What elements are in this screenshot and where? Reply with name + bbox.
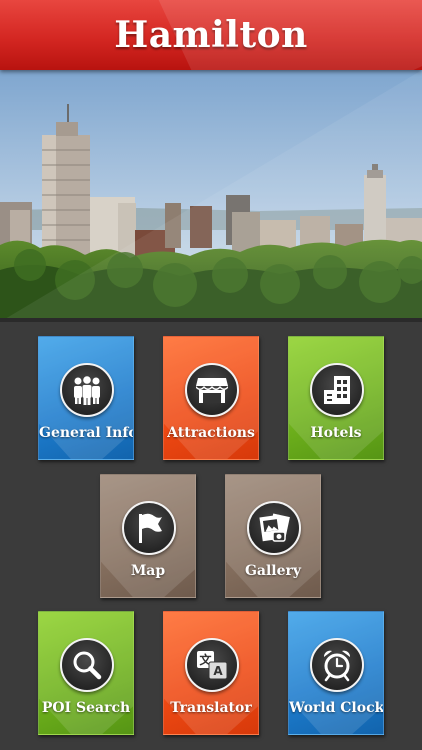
tile-label: Attractions bbox=[167, 425, 255, 441]
tile-general-info[interactable]: General Info bbox=[38, 336, 134, 460]
tile-label: World Clock bbox=[289, 700, 384, 716]
tile-translator[interactable]: 文 A Translator bbox=[163, 611, 259, 735]
flag-icon bbox=[122, 501, 176, 555]
alarm-clock-icon bbox=[310, 638, 364, 692]
translate-icon: 文 A bbox=[185, 638, 239, 692]
tile-attractions[interactable]: Attractions bbox=[163, 336, 259, 460]
tile-label: General Info bbox=[39, 425, 134, 441]
tile-map[interactable]: Map bbox=[100, 474, 196, 598]
tile-poi-search[interactable]: POI Search bbox=[38, 611, 134, 735]
tile-label: POI Search bbox=[41, 700, 131, 716]
tile-label: Gallery bbox=[244, 563, 302, 579]
photos-icon bbox=[247, 501, 301, 555]
tile-label: Translator bbox=[170, 700, 252, 716]
tile-hotels[interactable]: Hotels bbox=[288, 336, 384, 460]
app-title: Hamilton bbox=[114, 14, 308, 56]
tile-label: Hotels bbox=[310, 425, 362, 441]
storefront-icon bbox=[185, 363, 239, 417]
svg-text:A: A bbox=[213, 664, 223, 678]
menu-grid: General Info Attractions Hotels Map Gall… bbox=[0, 326, 422, 750]
tile-gallery[interactable]: Gallery bbox=[225, 474, 321, 598]
tile-world-clock[interactable]: World Clock bbox=[288, 611, 384, 735]
group-icon bbox=[60, 363, 114, 417]
hero-image bbox=[0, 70, 422, 322]
magnifier-icon bbox=[60, 638, 114, 692]
tile-label: Map bbox=[130, 563, 166, 579]
hotel-building-icon bbox=[310, 363, 364, 417]
app-header: Hamilton bbox=[0, 0, 422, 70]
